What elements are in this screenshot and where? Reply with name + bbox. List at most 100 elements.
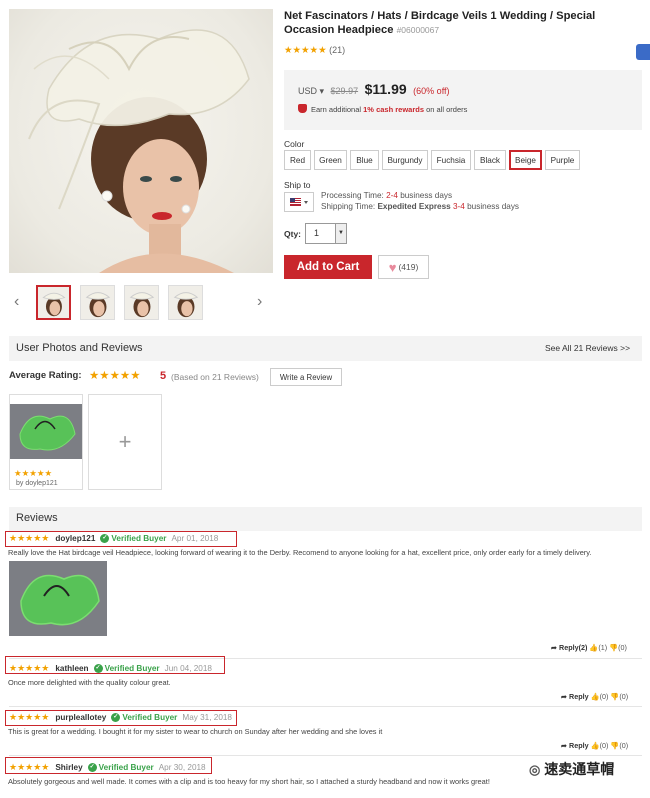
qty-select[interactable]: 1 ▼ bbox=[305, 223, 347, 244]
thumbs-down-icon[interactable]: 👎 bbox=[609, 643, 618, 652]
thumbnail-2[interactable] bbox=[80, 285, 115, 320]
reply-button[interactable]: Reply bbox=[569, 741, 589, 750]
favorite-button[interactable]: ♥ (419) bbox=[378, 255, 429, 279]
chevron-left-icon[interactable]: ‹ bbox=[14, 294, 19, 310]
review-text: Really love the Hat birdcage veil Headpi… bbox=[8, 548, 592, 557]
watermark: ◎ 速卖通草帽 bbox=[529, 759, 614, 779]
verified-buyer-badge: ✓ Verified Buyer bbox=[100, 534, 166, 543]
color-black[interactable]: Black bbox=[474, 150, 506, 170]
shipping-method[interactable]: Expedited Express bbox=[377, 202, 450, 211]
thumbs-up-icon[interactable]: 👍 bbox=[591, 741, 600, 750]
shipping-suffix: business days bbox=[467, 202, 520, 211]
reply-button[interactable]: Reply bbox=[569, 692, 589, 701]
verified-buyer-badge: ✓ Verified Buyer bbox=[93, 664, 160, 673]
see-all-reviews-link[interactable]: See All 21 Reviews >> bbox=[545, 343, 630, 353]
wechat-icon: ◎ bbox=[529, 762, 541, 777]
thumbs-up-icon[interactable]: 👍 bbox=[589, 643, 598, 652]
reply-icon[interactable]: ➦ bbox=[561, 741, 567, 750]
review-header: ★★★★★ Shirley ✓ Verified Buyer Apr 30, 20… bbox=[9, 763, 206, 772]
thumbs-up-icon[interactable]: 👍 bbox=[591, 692, 600, 701]
processing-prefix: Processing Time: bbox=[321, 191, 384, 200]
user-photo-author: by doylep121 bbox=[16, 480, 58, 487]
color-green[interactable]: Green bbox=[314, 150, 347, 170]
reply-icon[interactable]: ➦ bbox=[551, 643, 557, 652]
check-icon: ✓ bbox=[111, 713, 121, 722]
thumbs-down-icon[interactable]: 👎 bbox=[610, 741, 619, 750]
favorite-count: (419) bbox=[398, 262, 419, 272]
processing-days: 2-4 bbox=[386, 191, 398, 200]
reviews-title: Reviews bbox=[16, 512, 58, 524]
reply-icon[interactable]: ➦ bbox=[561, 692, 567, 701]
check-icon: ✓ bbox=[93, 664, 103, 673]
review-date: Apr 01, 2018 bbox=[171, 534, 219, 543]
thumbnail-strip: ‹ › bbox=[9, 285, 273, 323]
chevron-right-icon[interactable]: › bbox=[257, 294, 262, 310]
based-on-count: (Based on 21 Reviews) bbox=[171, 372, 259, 382]
color-purple[interactable]: Purple bbox=[545, 150, 580, 170]
user-photos-title: User Photos and Reviews bbox=[16, 342, 143, 354]
reply-button[interactable]: Reply(2) bbox=[559, 643, 587, 652]
shipping-days: 3-4 bbox=[453, 202, 465, 211]
product-rating[interactable]: ★★★★★ (21) bbox=[284, 45, 345, 56]
verified-label: Verified Buyer bbox=[111, 534, 167, 543]
review-text: Once more delighted with the quality col… bbox=[8, 678, 171, 687]
thumbs-down-icon[interactable]: 👎 bbox=[610, 692, 619, 701]
processing-time: Processing Time: 2-4 business days bbox=[321, 191, 452, 200]
unhelpful-count: (0) bbox=[619, 692, 629, 701]
ship-to-label: Ship to bbox=[284, 180, 311, 190]
processing-suffix: business days bbox=[400, 191, 453, 200]
review-actions: ➦ Reply 👍(0) 👎(0) bbox=[561, 692, 628, 701]
review-count[interactable]: (21) bbox=[329, 45, 345, 55]
cash-rewards: Earn additional 1% cash rewards on all o… bbox=[298, 104, 467, 114]
currency-select[interactable]: USD ▾ bbox=[298, 86, 324, 96]
check-icon: ✓ bbox=[87, 763, 97, 772]
verified-buyer-badge: ✓ Verified Buyer bbox=[87, 763, 154, 772]
helpful-count: (0) bbox=[599, 741, 609, 750]
review-header: ★★★★★ purpleallotey ✓ Verified Buyer May … bbox=[9, 713, 232, 722]
color-burgundy[interactable]: Burgundy bbox=[382, 150, 428, 170]
review-stars: ★★★★★ bbox=[9, 712, 50, 722]
product-title-text: Net Fascinators / Hats / Birdcage Veils … bbox=[284, 10, 596, 36]
share-icon[interactable] bbox=[636, 44, 650, 60]
price-panel bbox=[284, 70, 642, 130]
review-author: purpleallotey bbox=[55, 713, 107, 722]
product-main-image[interactable] bbox=[9, 9, 273, 273]
review-photo[interactable] bbox=[9, 561, 107, 636]
divider bbox=[9, 706, 642, 707]
verified-label: Verified Buyer bbox=[98, 763, 154, 772]
review-date: May 31, 2018 bbox=[182, 713, 232, 722]
add-to-cart-button[interactable]: Add to Cart bbox=[284, 255, 372, 279]
helpful-count: (0) bbox=[599, 692, 609, 701]
user-photo-image[interactable] bbox=[10, 404, 82, 459]
us-flag-icon bbox=[290, 198, 308, 206]
reviews-header bbox=[9, 507, 642, 531]
review-text: Absolutely gorgeous and well made. It co… bbox=[8, 777, 490, 786]
review-header: ★★★★★ kathleen ✓ Verified Buyer Jun 04, 2… bbox=[9, 664, 212, 673]
review-stars: ★★★★★ bbox=[9, 533, 50, 543]
current-price: $11.99 bbox=[364, 81, 407, 97]
unhelpful-count: (0) bbox=[618, 643, 627, 652]
product-sku: #06000067 bbox=[396, 24, 440, 35]
color-blue[interactable]: Blue bbox=[350, 150, 379, 170]
write-review-button[interactable]: Write a Review bbox=[270, 368, 342, 386]
review-actions: ➦ Reply(2) 👍(1) 👎(0) bbox=[551, 643, 627, 652]
unhelpful-count: (0) bbox=[619, 741, 629, 750]
discount-label: (60% off) bbox=[413, 86, 450, 96]
country-select[interactable] bbox=[284, 192, 314, 212]
review-date: Jun 04, 2018 bbox=[164, 664, 212, 673]
color-beige[interactable]: Beige bbox=[509, 150, 542, 170]
review-author: kathleen bbox=[55, 664, 89, 673]
color-fuchsia[interactable]: Fuchsia bbox=[431, 150, 471, 170]
user-photo-stars: ★★★★★ bbox=[14, 468, 53, 478]
thumbnail-4[interactable] bbox=[168, 285, 203, 320]
color-red[interactable]: Red bbox=[284, 150, 311, 170]
cash-suffix: on all orders bbox=[426, 105, 468, 114]
review-text: This is great for a wedding. I bought it… bbox=[8, 727, 383, 736]
review-stars: ★★★★★ bbox=[9, 762, 50, 772]
add-photo-button[interactable]: + bbox=[88, 394, 162, 490]
thumbnail-3[interactable] bbox=[124, 285, 159, 320]
review-author: doylep121 bbox=[55, 534, 96, 543]
thumbnail-1[interactable] bbox=[36, 285, 71, 320]
price-row: USD ▾ $29.97 $11.99 (60% off) bbox=[298, 81, 450, 97]
review-stars: ★★★★★ bbox=[9, 663, 50, 673]
